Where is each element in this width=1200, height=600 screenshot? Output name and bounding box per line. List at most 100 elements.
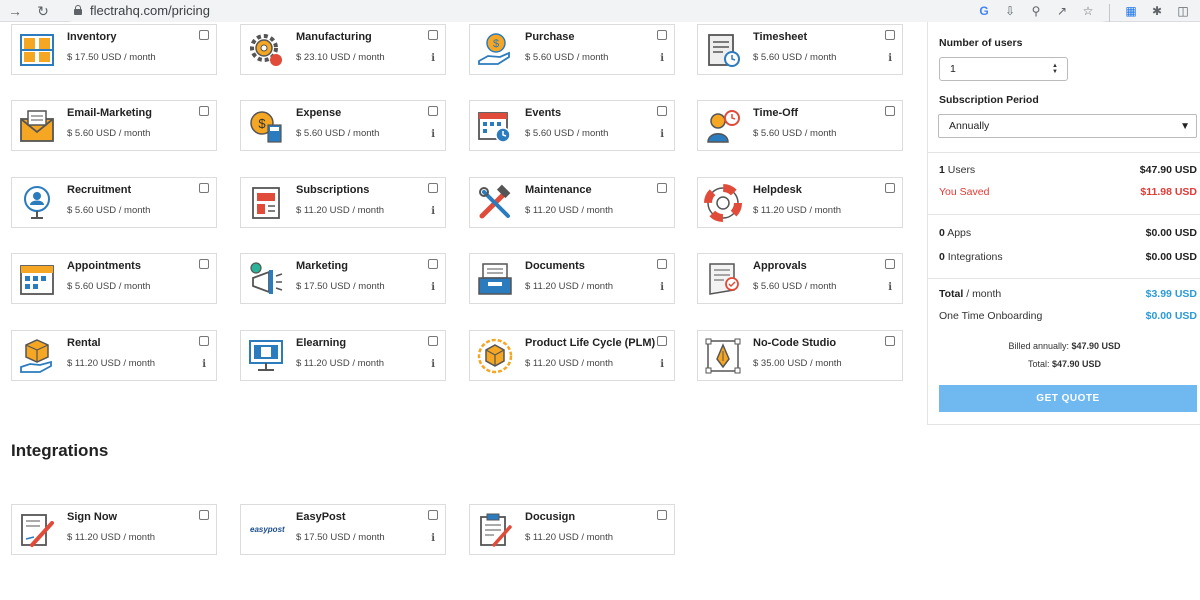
integration-card-easypost[interactable]: easypost EasyPost $ 17.50 USD / month i (240, 504, 446, 555)
download-icon[interactable]: ⇩ (1001, 2, 1019, 20)
app-card-marketing[interactable]: Marketing $ 17.50 USD / month i (240, 253, 446, 304)
integrations-text: Integrations (947, 251, 1003, 263)
spinner-arrows-icon[interactable]: ▲ ▼ (1052, 63, 1058, 75)
integrations-heading: Integrations (11, 441, 109, 460)
sidebar-icon[interactable]: ◫ (1174, 2, 1192, 20)
get-quote-button[interactable]: GET QUOTE (939, 385, 1197, 412)
app-select-checkbox[interactable] (657, 30, 667, 40)
total-row: Total / month $3.99 USD (939, 288, 1197, 300)
app-select-checkbox[interactable] (657, 336, 667, 346)
app-card-rental[interactable]: Rental $ 11.20 USD / month i (11, 330, 217, 381)
app-select-checkbox[interactable] (199, 336, 209, 346)
app-select-checkbox[interactable] (428, 259, 438, 269)
translate-icon[interactable]: ▦ (1122, 2, 1140, 20)
url-text[interactable]: flectrahq.com/pricing (90, 3, 210, 18)
app-card-inventory[interactable]: Inventory $ 17.50 USD / month (11, 24, 217, 75)
app-select-checkbox[interactable] (885, 183, 895, 193)
app-card-approvals[interactable]: Approvals $ 5.60 USD / month i (697, 253, 903, 304)
app-card-plm[interactable]: Product Life Cycle (PLM) $ 11.20 USD / m… (469, 330, 675, 381)
info-icon[interactable]: i (431, 282, 435, 293)
app-card-time-off[interactable]: Time-Off $ 5.60 USD / month (697, 100, 903, 151)
info-icon[interactable]: i (431, 533, 435, 544)
info-icon[interactable]: i (202, 359, 206, 370)
app-price: $ 5.60 USD / month (67, 205, 151, 216)
integration-title: Sign Now (67, 511, 118, 523)
users-text: Users (947, 164, 976, 176)
integration-card-sign-now[interactable]: Sign Now $ 11.20 USD / month (11, 504, 217, 555)
integration-select-checkbox[interactable] (657, 510, 667, 520)
app-select-checkbox[interactable] (657, 106, 667, 116)
app-card-documents[interactable]: Documents $ 11.20 USD / month i (469, 253, 675, 304)
info-icon[interactable]: i (660, 282, 664, 293)
integration-title: Docusign (525, 511, 576, 523)
subscription-period-select[interactable]: Annually ▼ (938, 114, 1197, 138)
app-select-checkbox[interactable] (428, 106, 438, 116)
app-card-subscriptions[interactable]: Subscriptions $ 11.20 USD / month i (240, 177, 446, 228)
info-icon[interactable]: i (660, 359, 664, 370)
grand-total-line: Total: $47.90 USD (928, 359, 1200, 369)
app-select-checkbox[interactable] (657, 259, 667, 269)
info-icon[interactable]: i (431, 206, 435, 217)
onboarding-value: $0.00 USD (1145, 310, 1197, 322)
app-card-expense[interactable]: $ Expense $ 5.60 USD / month i (240, 100, 446, 151)
divider (928, 278, 1200, 279)
app-card-appointments[interactable]: Appointments $ 5.60 USD / month (11, 253, 217, 304)
integration-price: $ 17.50 USD / month (296, 532, 385, 543)
app-select-checkbox[interactable] (428, 336, 438, 346)
info-icon[interactable]: i (660, 129, 664, 140)
info-icon[interactable]: i (888, 282, 892, 293)
integrations-summary-row: 0 Integrations $0.00 USD (939, 251, 1197, 263)
google-icon[interactable]: G (975, 2, 993, 20)
zoom-icon[interactable]: ⚲ (1027, 2, 1045, 20)
integration-select-checkbox[interactable] (428, 510, 438, 520)
integration-select-checkbox[interactable] (199, 510, 209, 520)
app-select-checkbox[interactable] (657, 183, 667, 193)
app-card-recruitment[interactable]: Recruitment $ 5.60 USD / month (11, 177, 217, 228)
app-card-timesheet[interactable]: Timesheet $ 5.60 USD / month i (697, 24, 903, 75)
back-icon[interactable]: → (6, 2, 24, 20)
info-icon[interactable]: i (431, 129, 435, 140)
app-select-checkbox[interactable] (885, 106, 895, 116)
info-icon[interactable]: i (431, 53, 435, 64)
app-price: $ 35.00 USD / month (753, 358, 842, 369)
app-card-elearning[interactable]: Elearning $ 11.20 USD / month i (240, 330, 446, 381)
integration-card-docusign[interactable]: Docusign $ 11.20 USD / month (469, 504, 675, 555)
app-card-helpdesk[interactable]: Helpdesk $ 11.20 USD / month (697, 177, 903, 228)
users-input-value: 1 (950, 63, 956, 75)
app-select-checkbox[interactable] (885, 336, 895, 346)
app-title: Maintenance (525, 184, 592, 196)
app-select-checkbox[interactable] (885, 30, 895, 40)
info-icon[interactable]: i (660, 53, 664, 64)
share-icon[interactable]: ↗ (1053, 2, 1071, 20)
info-icon[interactable]: i (431, 359, 435, 370)
apps-total: $0.00 USD (1145, 227, 1197, 239)
extensions-icon[interactable]: ✱ (1148, 2, 1166, 20)
app-card-email-marketing[interactable]: Email-Marketing $ 5.60 USD / month (11, 100, 217, 151)
integration-price: $ 11.20 USD / month (525, 532, 614, 543)
app-select-checkbox[interactable] (199, 259, 209, 269)
reload-icon[interactable]: ↻ (34, 2, 52, 20)
tools-icon (479, 184, 511, 219)
app-select-checkbox[interactable] (428, 30, 438, 40)
app-card-maintenance[interactable]: Maintenance $ 11.20 USD / month (469, 177, 675, 228)
app-select-checkbox[interactable] (428, 183, 438, 193)
star-icon[interactable]: ☆ (1079, 2, 1097, 20)
app-card-events[interactable]: Events $ 5.60 USD / month i (469, 100, 675, 151)
app-card-purchase[interactable]: $ Purchase $ 5.60 USD / month i (469, 24, 675, 75)
app-card-no-code-studio[interactable]: No-Code Studio $ 35.00 USD / month (697, 330, 903, 381)
app-title: Timesheet (753, 31, 808, 43)
timesheet-icon (708, 34, 740, 67)
total-value: $3.99 USD (1145, 288, 1197, 300)
address-bar[interactable]: flectrahq.com/pricing (62, 0, 1112, 22)
saved-value: $11.98 USD (1140, 186, 1197, 198)
expense-calculator-icon: $ (250, 111, 282, 143)
info-icon[interactable]: i (888, 53, 892, 64)
caret-down-icon: ▼ (1180, 121, 1190, 132)
app-select-checkbox[interactable] (199, 106, 209, 116)
app-price: $ 5.60 USD / month (753, 52, 837, 63)
app-card-manufacturing[interactable]: Manufacturing $ 23.10 USD / month i (240, 24, 446, 75)
app-select-checkbox[interactable] (885, 259, 895, 269)
app-select-checkbox[interactable] (199, 30, 209, 40)
users-number-input[interactable]: 1 ▲ ▼ (939, 57, 1068, 81)
app-select-checkbox[interactable] (199, 183, 209, 193)
